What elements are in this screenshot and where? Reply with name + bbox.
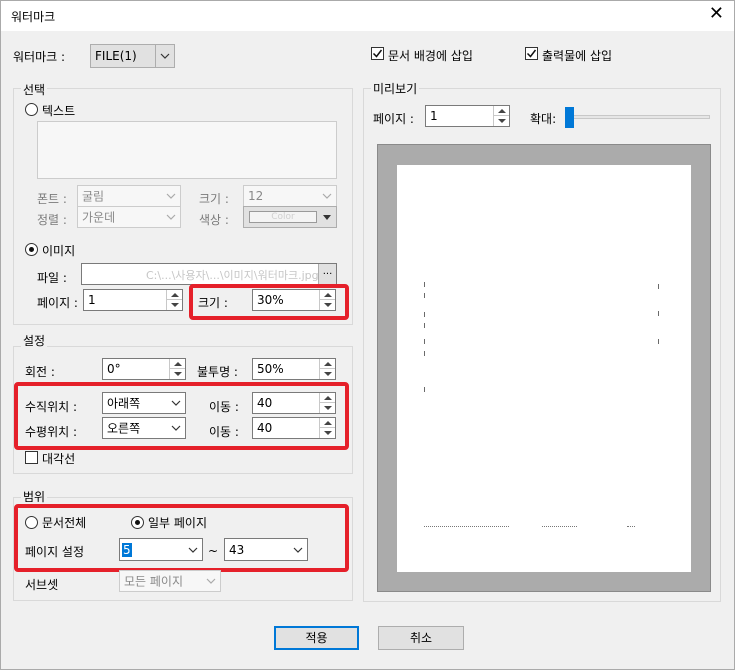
spin-up-button[interactable] xyxy=(170,359,185,369)
arrow-up-icon xyxy=(498,109,506,113)
triangle-down-icon xyxy=(323,215,331,220)
window-title: 워터마크 xyxy=(11,10,56,24)
on-print-label: 출력물에 삽입 xyxy=(542,49,613,63)
diagonal-label: 대각선 xyxy=(42,452,76,466)
diagonal-checkbox[interactable] xyxy=(25,451,38,464)
chevron-down-icon xyxy=(166,214,176,220)
watermark-text-area[interactable] xyxy=(37,121,337,179)
color-swatch: Color xyxy=(249,211,317,223)
align-label: 정렬 : xyxy=(37,213,67,227)
image-page-spinner[interactable]: 1 xyxy=(83,289,183,311)
watermark-select-value: FILE(1) xyxy=(95,49,137,63)
watermark-dialog: 워터마크 ✕ 워터마크 : FILE(1) 문서 배경에 삽입 출력물에 삽입 … xyxy=(0,0,735,670)
spin-down-button[interactable] xyxy=(494,116,509,126)
behind-text-label: 문서 배경에 삽입 xyxy=(388,49,473,63)
zoom-slider-thumb[interactable] xyxy=(565,107,574,128)
font-select-value: 굴림 xyxy=(82,189,105,204)
text-radio-label: 텍스트 xyxy=(42,104,76,118)
chevron-down-icon xyxy=(160,53,170,59)
font-select[interactable]: 굴림 xyxy=(77,185,181,207)
chevron-down-icon xyxy=(322,193,332,199)
subset-select[interactable]: 모든 페이지 xyxy=(119,570,221,592)
arrow-down-icon xyxy=(324,372,332,376)
spin-down-button[interactable] xyxy=(167,300,182,310)
chevron-down-icon xyxy=(206,578,216,584)
browse-button[interactable]: ... xyxy=(318,264,336,284)
image-radio-label: 이미지 xyxy=(42,244,76,258)
preview-title: 미리보기 xyxy=(371,80,420,97)
zoom-label: 확대: xyxy=(530,112,557,126)
title-bar: 워터마크 ✕ xyxy=(1,1,734,31)
behind-text-checkbox[interactable] xyxy=(371,47,384,60)
rotation-spinner[interactable]: 0° xyxy=(102,358,186,380)
highlight-position xyxy=(14,382,349,450)
color-label: 색상 : xyxy=(199,213,229,227)
image-page-label: 페이지 : xyxy=(37,296,78,310)
spin-down-button[interactable] xyxy=(320,369,335,379)
font-size-label: 크기 : xyxy=(199,192,229,206)
arrow-up-icon xyxy=(171,293,179,297)
arrow-up-icon xyxy=(174,362,182,366)
on-print-checkbox[interactable] xyxy=(525,47,538,60)
zoom-slider-track[interactable] xyxy=(566,115,710,119)
checkmark-icon xyxy=(372,49,383,58)
preview-page-spinner[interactable]: 1 xyxy=(425,105,510,127)
apply-button[interactable]: 적용 xyxy=(274,626,359,650)
image-radio[interactable] xyxy=(25,243,38,256)
selection-title: 선택 xyxy=(21,81,48,98)
font-size-value: 12 xyxy=(248,189,264,203)
highlight-range xyxy=(14,504,349,572)
align-select[interactable]: 가운데 xyxy=(77,206,181,228)
arrow-down-icon xyxy=(498,119,506,123)
opacity-value: 50% xyxy=(257,362,284,376)
spin-up-button[interactable] xyxy=(167,290,182,300)
cancel-button[interactable]: 취소 xyxy=(378,626,464,650)
spin-up-button[interactable] xyxy=(494,106,509,116)
arrow-down-icon xyxy=(174,372,182,376)
image-page-value: 1 xyxy=(88,293,96,307)
highlight-scale xyxy=(189,284,349,320)
rotation-label: 회전 : xyxy=(25,365,55,379)
spin-up-button[interactable] xyxy=(320,359,335,369)
file-path-field[interactable]: C:\...\사용자\...\이미지\워터마크.jpg ... xyxy=(81,263,337,285)
close-icon[interactable]: ✕ xyxy=(709,5,724,23)
subset-value: 모든 페이지 xyxy=(124,574,184,589)
align-select-value: 가운데 xyxy=(82,210,116,225)
arrow-up-icon xyxy=(324,362,332,366)
subset-label: 서브셋 xyxy=(25,578,59,592)
preview-page xyxy=(397,165,691,572)
text-radio[interactable] xyxy=(25,103,38,116)
checkmark-icon xyxy=(526,49,537,58)
preview-page-value: 1 xyxy=(430,109,438,123)
watermark-select[interactable]: FILE(1) xyxy=(90,44,175,68)
opacity-label: 불투명 : xyxy=(197,365,238,379)
settings-title: 설정 xyxy=(21,332,48,349)
color-picker-button[interactable]: Color xyxy=(243,206,337,228)
arrow-down-icon xyxy=(171,303,179,307)
file-label: 파일 : xyxy=(37,271,67,285)
file-path-value: C:\...\사용자\...\이미지\워터마크.jpg xyxy=(146,269,319,282)
font-size-select[interactable]: 12 xyxy=(243,185,337,207)
preview-page-label: 페이지 : xyxy=(373,112,414,126)
opacity-spinner[interactable]: 50% xyxy=(252,358,336,380)
watermark-label: 워터마크 : xyxy=(13,50,66,64)
rotation-value: 0° xyxy=(107,362,121,376)
range-title: 범위 xyxy=(21,488,48,505)
preview-canvas xyxy=(377,144,711,592)
font-label: 폰트 : xyxy=(37,192,67,206)
chevron-down-icon xyxy=(166,193,176,199)
spin-down-button[interactable] xyxy=(170,369,185,379)
